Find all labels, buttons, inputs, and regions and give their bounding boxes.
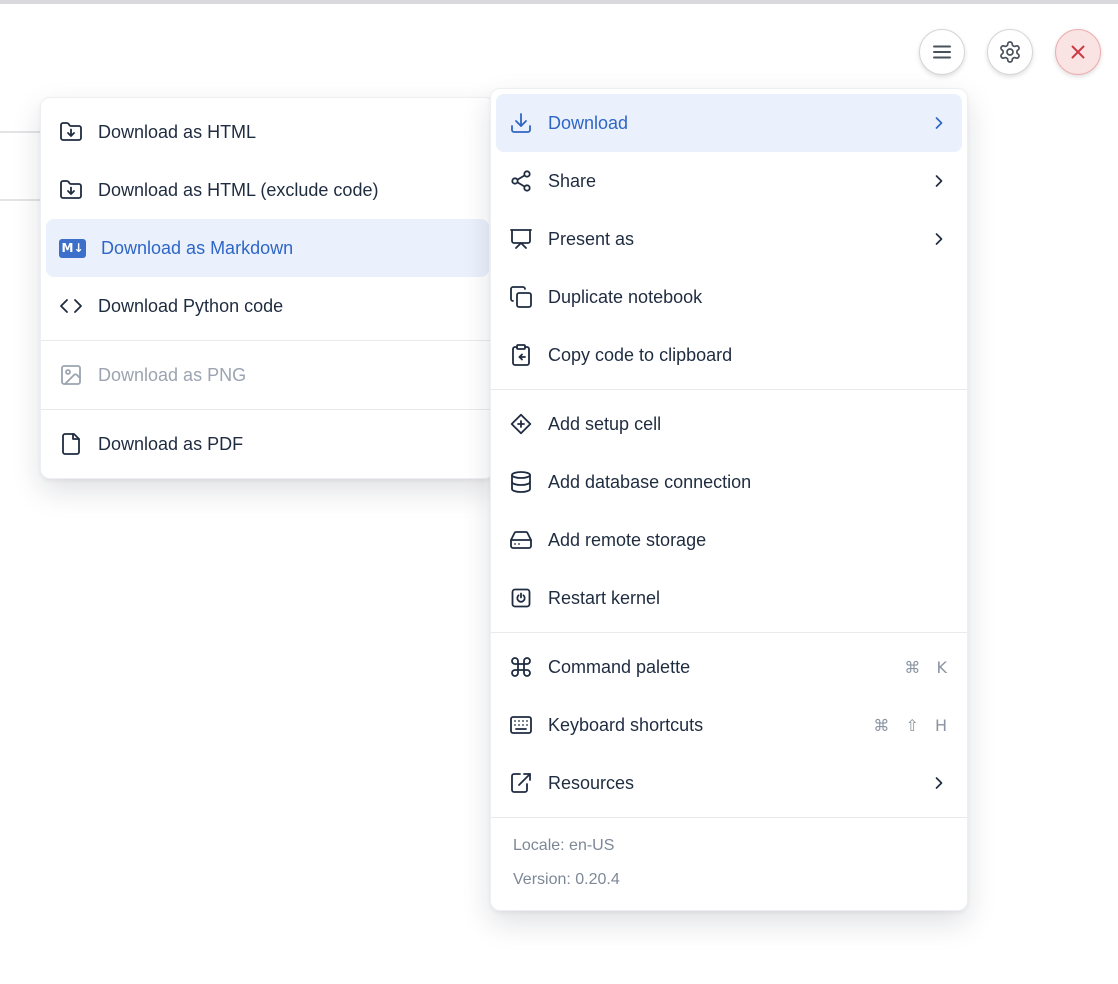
menu-group-3: Command palette ⌘ K Keyboard shortcuts ⌘… xyxy=(491,632,967,817)
folder-down-icon xyxy=(59,178,83,202)
submenu-group-1: Download as HTML Download as HTML (exclu… xyxy=(41,98,494,340)
menu-item-add-setup-cell[interactable]: Add setup cell xyxy=(496,395,962,453)
menu-item-keyboard-shortcuts[interactable]: Keyboard shortcuts ⌘ ⇧ H xyxy=(496,696,962,754)
locale-text: Locale: en-US xyxy=(513,829,945,863)
hamburger-icon xyxy=(930,40,954,64)
menu-item-label: Copy code to clipboard xyxy=(548,345,949,366)
menu-item-command-palette[interactable]: Command palette ⌘ K xyxy=(496,638,962,696)
external-link-icon xyxy=(509,771,533,795)
shortcut-hint: ⌘ K xyxy=(904,658,949,677)
folder-down-icon xyxy=(59,120,83,144)
menu-item-resources[interactable]: Resources xyxy=(496,754,962,812)
menu-item-label: Download as PNG xyxy=(98,365,476,386)
menu-item-download-as-markdown[interactable]: M↓ Download as Markdown xyxy=(46,219,489,277)
menu-group-2: Add setup cell Add database connection A… xyxy=(491,389,967,632)
image-icon xyxy=(59,363,83,387)
file-icon xyxy=(59,432,83,456)
menu-group-1: Download Share Present as Duplicate note… xyxy=(491,89,967,389)
download-icon xyxy=(509,111,533,135)
chevron-right-icon xyxy=(929,171,949,191)
menu-item-add-remote-storage[interactable]: Add remote storage xyxy=(496,511,962,569)
shortcut-hint: ⌘ ⇧ H xyxy=(873,716,949,735)
markdown-download-icon: M↓ xyxy=(59,236,86,260)
menu-item-download-as-png: Download as PNG xyxy=(46,346,489,404)
notebook-actions-menu: Download Share Present as Duplicate note… xyxy=(490,88,968,911)
background-cell-border xyxy=(0,131,41,133)
database-icon xyxy=(509,470,533,494)
menu-item-label: Resources xyxy=(548,773,914,794)
close-icon xyxy=(1066,40,1090,64)
menu-item-add-database-connection[interactable]: Add database connection xyxy=(496,453,962,511)
download-submenu: Download as HTML Download as HTML (exclu… xyxy=(40,97,495,479)
keyboard-icon xyxy=(509,713,533,737)
chevron-right-icon xyxy=(929,113,949,133)
menu-item-copy-code-to-clipboard[interactable]: Copy code to clipboard xyxy=(496,326,962,384)
menu-item-label: Add setup cell xyxy=(548,414,949,435)
diamond-plus-icon xyxy=(509,412,533,436)
duplicate-icon xyxy=(509,285,533,309)
menu-item-download-as-html-exclude-code[interactable]: Download as HTML (exclude code) xyxy=(46,161,489,219)
background-cell-border xyxy=(0,199,41,201)
power-icon xyxy=(509,586,533,610)
menu-item-download-as-pdf[interactable]: Download as PDF xyxy=(46,415,489,473)
shutdown-button[interactable] xyxy=(1055,29,1101,75)
notebook-menu-button[interactable] xyxy=(919,29,965,75)
menu-item-label: Download as PDF xyxy=(98,434,476,455)
version-text: Version: 0.20.4 xyxy=(513,863,945,897)
menu-item-label: Command palette xyxy=(548,657,889,678)
menu-item-download-python-code[interactable]: Download Python code xyxy=(46,277,489,335)
menu-item-label: Add remote storage xyxy=(548,530,949,551)
menu-item-restart-kernel[interactable]: Restart kernel xyxy=(496,569,962,627)
menu-item-label: Download as HTML (exclude code) xyxy=(98,180,476,201)
hard-drive-icon xyxy=(509,528,533,552)
menu-item-share[interactable]: Share xyxy=(496,152,962,210)
menu-item-label: Restart kernel xyxy=(548,588,949,609)
menu-item-label: Duplicate notebook xyxy=(548,287,949,308)
menu-footer: Locale: en-US Version: 0.20.4 xyxy=(491,817,967,910)
presentation-icon xyxy=(509,227,533,251)
menu-item-download-as-html[interactable]: Download as HTML xyxy=(46,103,489,161)
submenu-group-3: Download as PDF xyxy=(41,409,494,478)
menu-item-duplicate-notebook[interactable]: Duplicate notebook xyxy=(496,268,962,326)
menu-item-label: Keyboard shortcuts xyxy=(548,715,858,736)
gear-icon xyxy=(998,40,1022,64)
menu-item-download[interactable]: Download xyxy=(496,94,962,152)
menu-item-label: Share xyxy=(548,171,914,192)
menu-item-label: Present as xyxy=(548,229,914,250)
menu-item-label: Download as HTML xyxy=(98,122,476,143)
menu-item-label: Download xyxy=(548,113,914,134)
chevron-right-icon xyxy=(929,229,949,249)
command-icon xyxy=(509,655,533,679)
chevron-right-icon xyxy=(929,773,949,793)
submenu-group-2: Download as PNG xyxy=(41,340,494,409)
clipboard-copy-icon xyxy=(509,343,533,367)
menu-item-label: Download Python code xyxy=(98,296,476,317)
code-icon xyxy=(59,294,83,318)
menu-item-label: Download as Markdown xyxy=(101,238,476,259)
share-icon xyxy=(509,169,533,193)
menu-item-present-as[interactable]: Present as xyxy=(496,210,962,268)
settings-button[interactable] xyxy=(987,29,1033,75)
menu-item-label: Add database connection xyxy=(548,472,949,493)
window-top-divider xyxy=(0,0,1118,4)
